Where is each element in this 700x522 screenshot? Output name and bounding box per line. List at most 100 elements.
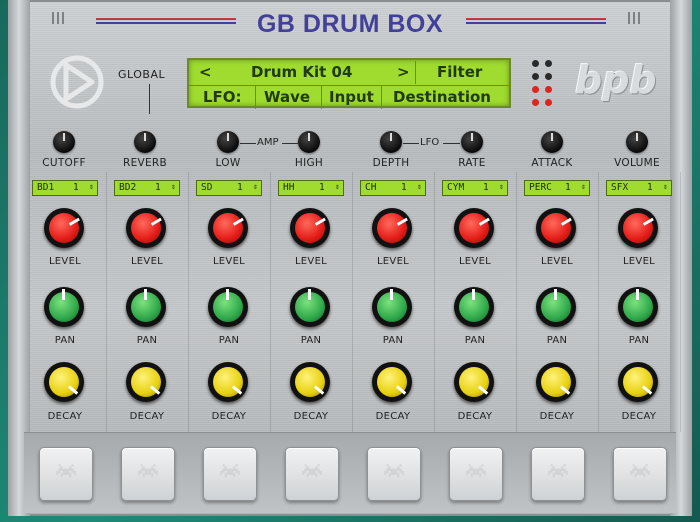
decay-label: DECAY — [375, 411, 411, 422]
amp-high-knob[interactable] — [298, 131, 320, 153]
level-knob-sd[interactable] — [208, 208, 248, 248]
drum-pad-sfx[interactable] — [613, 447, 667, 501]
high-label: HIGH — [294, 157, 324, 169]
channel-select-bd2[interactable]: BD2 1 ⇕ — [114, 180, 180, 196]
drum-pad-ch[interactable] — [367, 447, 421, 501]
pan-label: PAN — [628, 335, 650, 346]
level-label: LEVEL — [458, 256, 492, 267]
level-knob-hh[interactable] — [290, 208, 330, 248]
drum-pad-bd2[interactable] — [121, 447, 175, 501]
decay-label: DECAY — [621, 411, 657, 422]
pan-knob-sfx[interactable] — [618, 287, 658, 327]
level-knob-ch[interactable] — [372, 208, 412, 248]
channel-select-hh[interactable]: HH 1 ⇕ — [278, 180, 344, 196]
pan-label: PAN — [136, 335, 158, 346]
drum-pad-sd[interactable] — [203, 447, 257, 501]
decay-label: DECAY — [211, 411, 247, 422]
pan-label: PAN — [300, 335, 322, 346]
decay-label: DECAY — [539, 411, 575, 422]
pan-knob-cym[interactable] — [454, 287, 494, 327]
drum-pad-cym[interactable] — [449, 447, 503, 501]
channel-select-perc[interactable]: PERC 1 ⇕ — [524, 180, 590, 196]
level-knob-sfx[interactable] — [618, 208, 658, 248]
low-label: LOW — [215, 157, 241, 169]
channel-select-sd[interactable]: SD 1 ⇕ — [196, 180, 262, 196]
channel-name: SFX — [611, 182, 629, 193]
decay-knob-hh[interactable] — [290, 362, 330, 402]
decay-knob-sd[interactable] — [208, 362, 248, 402]
drum-pad-perc[interactable] — [531, 447, 585, 501]
space-invader-icon — [382, 464, 406, 482]
channel-select-bd1[interactable]: BD1 1 ⇕ — [32, 180, 98, 196]
space-invader-icon — [136, 464, 160, 482]
lfo-input-button[interactable]: Input — [329, 88, 374, 106]
lfo-rate-knob[interactable] — [461, 131, 483, 153]
pan-knob-bd1[interactable] — [44, 287, 84, 327]
decay-knob-bd1[interactable] — [44, 362, 84, 402]
lfo-wave-button[interactable]: Wave — [264, 88, 310, 106]
level-label: LEVEL — [212, 256, 246, 267]
pan-knob-bd2[interactable] — [126, 287, 166, 327]
decay-knob-cym[interactable] — [454, 362, 494, 402]
updown-arrow-icon: ⇕ — [581, 182, 586, 191]
lfo-destination-button[interactable]: Destination — [393, 88, 491, 106]
lfo-group-label: LFO — [420, 137, 440, 148]
channel-variant: 1 — [647, 182, 653, 193]
pan-knob-ch[interactable] — [372, 287, 412, 327]
global-divider — [149, 84, 150, 114]
volume-knob[interactable] — [626, 131, 648, 153]
updown-arrow-icon: ⇕ — [663, 182, 668, 191]
drum-pad-bd1[interactable] — [39, 447, 93, 501]
reverb-knob[interactable] — [134, 131, 156, 153]
updown-arrow-icon: ⇕ — [89, 182, 94, 191]
level-label: LEVEL — [294, 256, 328, 267]
pan-knob-sd[interactable] — [208, 287, 248, 327]
drum-pad-hh[interactable] — [285, 447, 339, 501]
attack-label: ATTACK — [531, 157, 573, 169]
global-label: GLOBAL — [118, 68, 166, 81]
attack-knob[interactable] — [541, 131, 563, 153]
lfo-label: LFO: — [203, 88, 242, 106]
space-invader-icon — [300, 464, 324, 482]
level-label: LEVEL — [48, 256, 82, 267]
space-invader-icon — [464, 464, 488, 482]
kit-prev-button[interactable]: < — [199, 63, 212, 81]
pan-label: PAN — [54, 335, 76, 346]
channel-name: BD2 — [119, 182, 137, 193]
level-knob-perc[interactable] — [536, 208, 576, 248]
amp-line-right — [282, 143, 298, 144]
channel-name: SD — [201, 182, 213, 193]
level-label: LEVEL — [622, 256, 656, 267]
space-invader-icon — [54, 464, 78, 482]
level-knob-bd2[interactable] — [126, 208, 166, 248]
space-invader-icon — [218, 464, 242, 482]
pan-knob-perc[interactable] — [536, 287, 576, 327]
updown-arrow-icon: ⇕ — [335, 182, 340, 191]
decay-knob-perc[interactable] — [536, 362, 576, 402]
led-matrix — [529, 58, 555, 110]
pan-knob-hh[interactable] — [290, 287, 330, 327]
channel-select-ch[interactable]: CH 1 ⇕ — [360, 180, 426, 196]
decay-knob-ch[interactable] — [372, 362, 412, 402]
cutoff-knob[interactable] — [53, 131, 75, 153]
channel-variant: 1 — [483, 182, 489, 193]
channel-select-sfx[interactable]: SFX 1 ⇕ — [606, 180, 672, 196]
channel-select-cym[interactable]: CYM 1 ⇕ — [442, 180, 508, 196]
bpb-logo: bpb — [575, 58, 657, 102]
kit-name: Drum Kit 04 — [251, 63, 353, 81]
lcd-display: < Drum Kit 04 > Filter LFO: Wave Input D… — [187, 58, 511, 109]
filter-button[interactable]: Filter — [437, 63, 482, 81]
pan-label: PAN — [464, 335, 486, 346]
channel-variant: 1 — [319, 182, 325, 193]
level-label: LEVEL — [540, 256, 574, 267]
rate-label: RATE — [458, 157, 486, 169]
level-knob-cym[interactable] — [454, 208, 494, 248]
level-knob-bd1[interactable] — [44, 208, 84, 248]
decay-knob-bd2[interactable] — [126, 362, 166, 402]
space-invader-icon — [628, 464, 652, 482]
amp-low-knob[interactable] — [217, 131, 239, 153]
lfo-depth-knob[interactable] — [380, 131, 402, 153]
decay-label: DECAY — [293, 411, 329, 422]
decay-knob-sfx[interactable] — [618, 362, 658, 402]
kit-next-button[interactable]: > — [397, 63, 410, 81]
